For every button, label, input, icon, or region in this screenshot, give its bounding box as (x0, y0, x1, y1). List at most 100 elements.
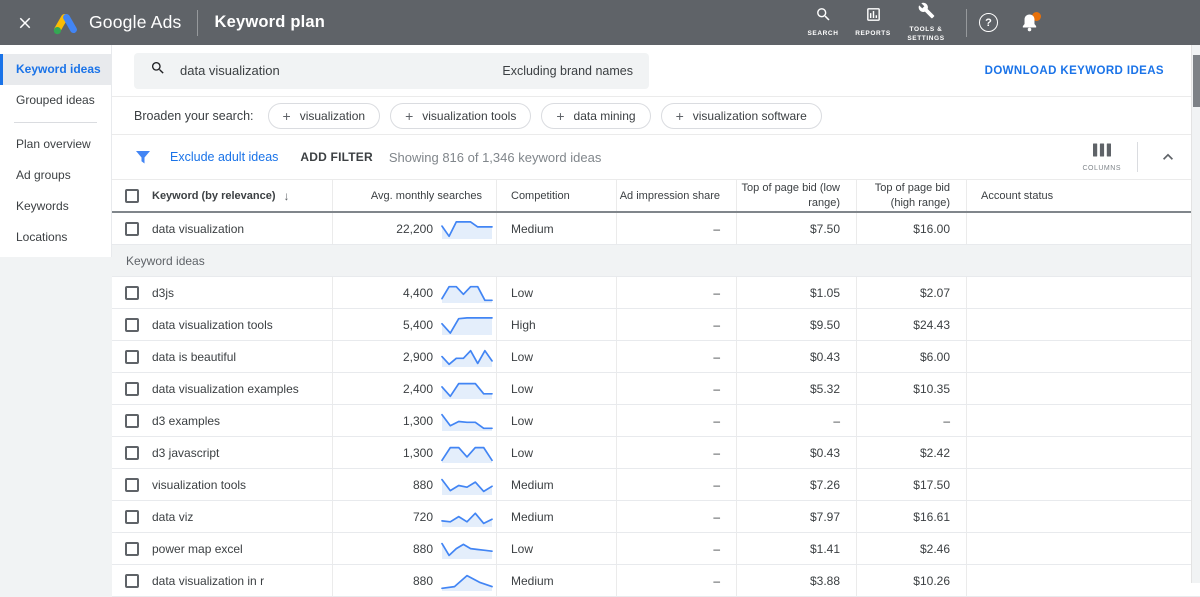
avg-searches-cell: 880 (332, 565, 496, 596)
avg-searches-cell: 1,300 (332, 405, 496, 436)
sidebar-divider (14, 122, 97, 123)
header-account-status[interactable]: Account status (966, 180, 1200, 211)
help-icon[interactable]: ? (979, 13, 998, 32)
account-status-cell (966, 437, 1200, 468)
ad-impression-share-cell: – (616, 373, 736, 404)
avg-searches-cell: 4,400 (332, 277, 496, 308)
keyword-row: visualization tools880Medium–$7.26$17.50 (112, 469, 1200, 501)
select-all-checkbox[interactable] (125, 189, 139, 203)
avg-searches-value: 22,200 (396, 222, 433, 236)
competition-cell: High (496, 309, 616, 340)
broaden-chip[interactable]: + data mining (541, 103, 650, 129)
row-checkbox-cell (112, 405, 152, 436)
row-checkbox-cell (112, 309, 152, 340)
sidebar: Keyword ideas Grouped ideas Plan overvie… (0, 45, 112, 257)
row-checkbox[interactable] (125, 350, 139, 364)
header-keyword[interactable]: Keyword (by relevance) ↓ (152, 180, 332, 211)
add-filter-button[interactable]: ADD FILTER (300, 150, 372, 164)
row-checkbox[interactable] (125, 414, 139, 428)
filter-bar-divider (1137, 142, 1138, 172)
avg-searches-value: 880 (413, 542, 433, 556)
download-keyword-ideas-link[interactable]: DOWNLOAD KEYWORD IDEAS (985, 65, 1164, 77)
keyword-row: d3 examples1,300Low––– (112, 405, 1200, 437)
sidebar-item-locations[interactable]: Locations (0, 222, 111, 253)
reports-nav-button[interactable]: REPORTS (849, 6, 897, 39)
keyword-row: data visualization examples2,400Low–$5.3… (112, 373, 1200, 405)
exclude-adult-ideas-link[interactable]: Exclude adult ideas (170, 150, 278, 164)
keyword-cell: data is beautiful (152, 341, 332, 372)
sidebar-item-ad-groups[interactable]: Ad groups (0, 160, 111, 191)
vertical-scrollbar[interactable] (1191, 45, 1200, 583)
scrollbar-thumb[interactable] (1193, 55, 1200, 107)
row-checkbox[interactable] (125, 446, 139, 460)
row-checkbox[interactable] (125, 510, 139, 524)
avg-searches-cell: 880 (332, 469, 496, 500)
notifications-bell-icon[interactable] (1020, 12, 1040, 34)
row-checkbox[interactable] (125, 574, 139, 588)
row-checkbox[interactable] (125, 542, 139, 556)
row-checkbox[interactable] (125, 286, 139, 300)
header-avg-monthly-searches[interactable]: Avg. monthly searches (332, 180, 496, 211)
sidebar-item-plan-overview[interactable]: Plan overview (0, 129, 111, 160)
account-status-cell (966, 405, 1200, 436)
google-ads-logo-icon (53, 11, 79, 35)
row-checkbox-cell (112, 341, 152, 372)
bid-high-cell: $16.00 (856, 213, 966, 244)
keyword-row: d3 javascript1,300Low–$0.43$2.42 (112, 437, 1200, 469)
search-box[interactable]: Excluding brand names (134, 53, 649, 89)
broaden-chip[interactable]: + visualization (268, 103, 381, 129)
header-competition[interactable]: Competition (496, 180, 616, 211)
broaden-search-row: Broaden your search: + visualization + v… (112, 97, 1200, 135)
competition-cell: Low (496, 405, 616, 436)
keyword-cell: data viz (152, 501, 332, 532)
bid-low-cell: $1.05 (736, 277, 856, 308)
keyword-cell: d3 examples (152, 405, 332, 436)
bid-low-cell: $3.88 (736, 565, 856, 596)
row-checkbox[interactable] (125, 318, 139, 332)
bid-low-cell: $7.50 (736, 213, 856, 244)
sidebar-item-grouped-ideas[interactable]: Grouped ideas (0, 85, 111, 116)
broaden-label: Broaden your search: (134, 109, 254, 123)
row-checkbox-cell (112, 469, 152, 500)
header-ad-impression-share[interactable]: Ad impression share (616, 180, 736, 211)
close-icon[interactable] (13, 11, 37, 35)
bid-high-cell: $6.00 (856, 341, 966, 372)
row-checkbox[interactable] (125, 222, 139, 236)
row-checkbox-cell (112, 437, 152, 468)
search-input[interactable] (178, 62, 502, 79)
broaden-chip[interactable]: + visualization tools (390, 103, 531, 129)
header-bid-high[interactable]: Top of page bid (high range) (856, 180, 966, 211)
ad-impression-share-cell: – (616, 277, 736, 308)
competition-cell: Medium (496, 213, 616, 244)
page-title: Keyword plan (214, 13, 325, 32)
bid-high-cell: $2.46 (856, 533, 966, 564)
row-checkbox[interactable] (125, 382, 139, 396)
bid-high-cell: $10.35 (856, 373, 966, 404)
tools-settings-nav-button[interactable]: TOOLS & SETTINGS (899, 2, 953, 44)
competition-cell: Low (496, 341, 616, 372)
reports-icon (865, 6, 882, 28)
header-bid-low[interactable]: Top of page bid (low range) (736, 180, 856, 211)
ad-impression-share-cell: – (616, 565, 736, 596)
ad-impression-share-cell: – (616, 213, 736, 244)
broaden-chip[interactable]: + visualization software (661, 103, 822, 129)
plus-icon: + (676, 108, 684, 124)
competition-cell: Medium (496, 469, 616, 500)
bid-high-cell: $24.43 (856, 309, 966, 340)
bid-high-cell: $16.61 (856, 501, 966, 532)
keyword-row: d3js4,400Low–$1.05$2.07 (112, 277, 1200, 309)
avg-searches-cell: 5,400 (332, 309, 496, 340)
competition-cell: Medium (496, 565, 616, 596)
row-checkbox-cell (112, 277, 152, 308)
row-checkbox[interactable] (125, 478, 139, 492)
topbar: Google Ads Keyword plan SEARCH REPORTS T… (0, 0, 1200, 45)
sidebar-item-keywords[interactable]: Keywords (0, 191, 111, 222)
collapse-panel-button[interactable] (1154, 143, 1182, 171)
account-status-cell (966, 373, 1200, 404)
columns-button[interactable]: COLUMNS (1082, 143, 1121, 172)
search-nav-button[interactable]: SEARCH (799, 6, 847, 39)
sidebar-item-keyword-ideas[interactable]: Keyword ideas (0, 54, 111, 85)
account-status-cell (966, 277, 1200, 308)
keyword-row: data viz720Medium–$7.97$16.61 (112, 501, 1200, 533)
account-status-cell (966, 533, 1200, 564)
